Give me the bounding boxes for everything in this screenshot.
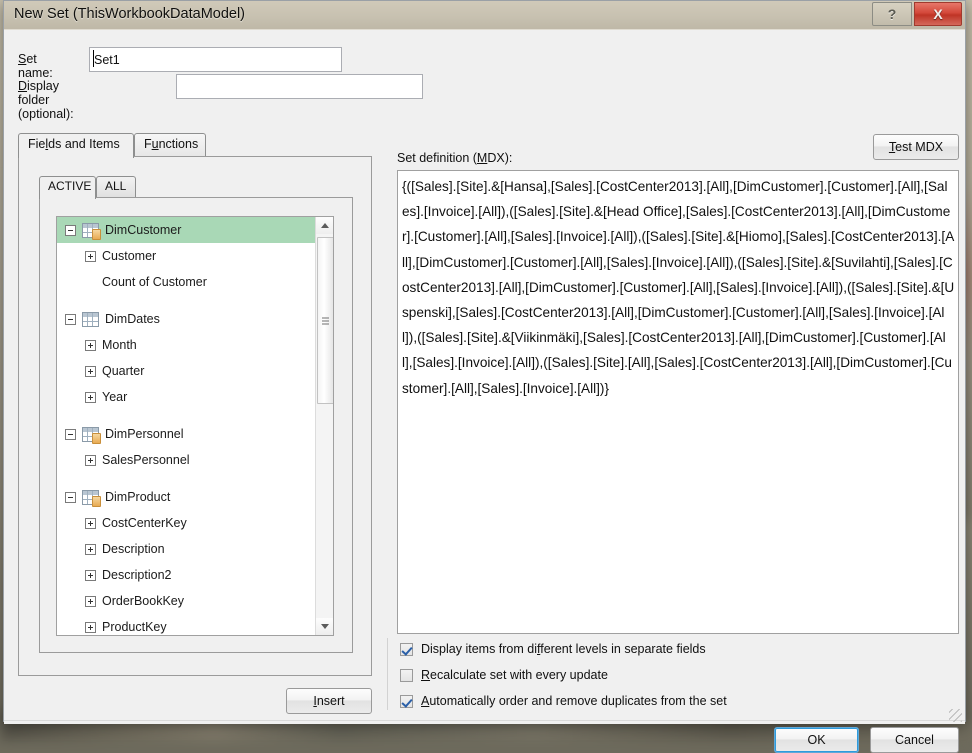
- option-recalculate-row[interactable]: Recalculate set with every update: [400, 668, 608, 682]
- expand-icon[interactable]: [85, 392, 96, 403]
- expand-icon[interactable]: [85, 340, 96, 351]
- scroll-down-icon[interactable]: [316, 618, 333, 635]
- tree-item-label: Month: [102, 338, 137, 352]
- tree-item-count-of-customer[interactable]: Count of Customer: [57, 269, 316, 295]
- tree-item-description[interactable]: Description: [57, 536, 316, 562]
- tree-item-label: SalesPersonnel: [102, 453, 190, 467]
- insert-button[interactable]: Insert: [286, 688, 372, 714]
- help-icon[interactable]: ?: [872, 2, 912, 26]
- expand-icon[interactable]: [85, 366, 96, 377]
- footer-divider: [4, 720, 965, 721]
- tree-item-productkey[interactable]: ProductKey: [57, 614, 316, 636]
- tree-item-label: Quarter: [102, 364, 144, 378]
- mdx-textarea[interactable]: {([Sales].[Site].&[Hansa],[Sales].[CostC…: [397, 170, 959, 634]
- table-tagged-icon: [82, 223, 99, 238]
- tree-item-costcenterkey[interactable]: CostCenterKey: [57, 510, 316, 536]
- expand-icon[interactable]: [85, 596, 96, 607]
- tree-scrollbar[interactable]: [315, 217, 333, 635]
- option-display-items-label: Display items from different levels in s…: [421, 642, 706, 656]
- display-folder-label: Display folder (optional):: [18, 79, 74, 121]
- active-fields-subpanel: DimCustomer Customer Count of Customer DimD…: [39, 197, 353, 653]
- scrollbar-thumb[interactable]: [317, 237, 334, 404]
- resize-grip-icon[interactable]: [949, 709, 962, 722]
- checkbox-display-items[interactable]: [400, 643, 413, 656]
- title-bar[interactable]: New Set (ThisWorkbookDataModel) ? X: [4, 1, 965, 30]
- tree-item-label: DimProduct: [105, 490, 170, 504]
- tree-item-label: Customer: [102, 249, 156, 263]
- table-tagged-icon: [82, 427, 99, 442]
- expand-icon[interactable]: [85, 455, 96, 466]
- tree-item-dimproduct[interactable]: DimProduct: [57, 484, 316, 510]
- text-caret: [93, 50, 94, 67]
- close-icon[interactable]: X: [914, 2, 962, 26]
- ok-button[interactable]: OK: [774, 727, 859, 753]
- display-folder-input[interactable]: [176, 74, 423, 99]
- tree-item-label: DimCustomer: [105, 223, 181, 237]
- dialog-client-area: Set name: Display folder (optional): Fie…: [4, 30, 965, 724]
- option-recalculate-label: Recalculate set with every update: [421, 668, 608, 682]
- expand-icon[interactable]: [85, 544, 96, 555]
- tree-item-label: Description2: [102, 568, 171, 582]
- tree-item-label: DimDates: [105, 312, 160, 326]
- tree-item-description2[interactable]: Description2: [57, 562, 316, 588]
- tree-item-dimpersonnel[interactable]: DimPersonnel: [57, 421, 316, 447]
- collapse-icon[interactable]: [65, 429, 76, 440]
- set-name-label: Set name:: [18, 52, 53, 80]
- tree-item-label: CostCenterKey: [102, 516, 187, 530]
- fields-tree[interactable]: DimCustomer Customer Count of Customer DimD…: [56, 216, 334, 636]
- fields-and-items-panel: ACTIVE ALL DimCustomer Customer Count of C…: [18, 156, 372, 676]
- set-name-input[interactable]: [89, 47, 342, 72]
- subtab-all[interactable]: ALL: [96, 176, 136, 197]
- window-title: New Set (ThisWorkbookDataModel): [14, 6, 245, 22]
- tree-item-label: Count of Customer: [102, 275, 207, 289]
- tree-item-quarter[interactable]: Quarter: [57, 358, 316, 384]
- scrollbar-grip-icon: [322, 317, 329, 324]
- checkbox-recalculate[interactable]: [400, 669, 413, 682]
- collapse-icon[interactable]: [65, 314, 76, 325]
- fields-tree-list: DimCustomer Customer Count of Customer DimD…: [57, 217, 316, 636]
- tree-item-month[interactable]: Month: [57, 332, 316, 358]
- option-display-items-row[interactable]: Display items from different levels in s…: [400, 642, 706, 656]
- scroll-up-icon[interactable]: [316, 217, 333, 234]
- expand-icon[interactable]: [85, 622, 96, 633]
- cancel-button[interactable]: Cancel: [870, 727, 959, 753]
- new-set-dialog: New Set (ThisWorkbookDataModel) ? X Set …: [3, 0, 966, 722]
- tree-item-customer[interactable]: Customer: [57, 243, 316, 269]
- expand-icon[interactable]: [85, 251, 96, 262]
- tab-fields-and-items[interactable]: Fields and Items: [18, 133, 134, 158]
- checkbox-auto-order[interactable]: [400, 695, 413, 708]
- tree-item-year[interactable]: Year: [57, 384, 316, 410]
- tree-item-label: Description: [102, 542, 165, 556]
- tree-item-orderbookkey[interactable]: OrderBookKey: [57, 588, 316, 614]
- tree-item-dimdates[interactable]: DimDates: [57, 306, 316, 332]
- expand-icon[interactable]: [85, 518, 96, 529]
- option-auto-order-label: Automatically order and remove duplicate…: [421, 694, 727, 708]
- mdx-text-content: {([Sales].[Site].&[Hansa],[Sales].[CostC…: [398, 171, 958, 401]
- mdx-label: Set definition (MDX):: [397, 151, 512, 165]
- tree-item-label: DimPersonnel: [105, 427, 184, 441]
- tree-item-salespersonnel[interactable]: SalesPersonnel: [57, 447, 316, 473]
- collapse-icon[interactable]: [65, 225, 76, 236]
- collapse-icon[interactable]: [65, 492, 76, 503]
- table-icon: [82, 312, 99, 327]
- tree-item-label: Year: [102, 390, 127, 404]
- tree-item-dimcustomer[interactable]: DimCustomer: [57, 217, 316, 243]
- options-separator: [387, 638, 388, 710]
- test-mdx-button[interactable]: Test MDX: [873, 134, 959, 160]
- caption-buttons: ? X: [872, 2, 962, 26]
- table-tagged-icon: [82, 490, 99, 505]
- tab-functions[interactable]: Functions: [134, 133, 206, 156]
- expand-icon[interactable]: [85, 570, 96, 581]
- subtab-active[interactable]: ACTIVE: [39, 176, 96, 199]
- tree-item-label: OrderBookKey: [102, 594, 184, 608]
- tree-item-label: ProductKey: [102, 620, 167, 634]
- option-auto-order-row[interactable]: Automatically order and remove duplicate…: [400, 694, 727, 708]
